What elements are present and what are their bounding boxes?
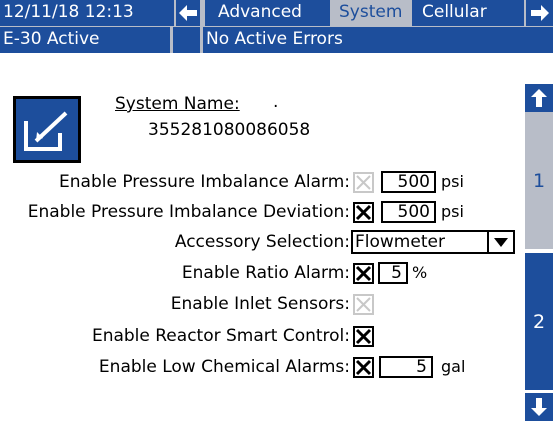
- arrow-left-icon: [179, 5, 197, 21]
- tab-prev-button[interactable]: [176, 0, 200, 26]
- dropdown-caret[interactable]: [487, 232, 513, 252]
- x-mark-icon: [356, 297, 371, 312]
- pressure-deviation-unit: psi: [441, 202, 464, 221]
- x-mark-icon: [355, 328, 372, 345]
- edit-button[interactable]: [13, 96, 81, 163]
- edit-icon: [24, 111, 68, 151]
- accessory-value: Flowmeter: [355, 232, 445, 252]
- pressure-alarm-label: Enable Pressure Imbalance Alarm:: [59, 172, 350, 192]
- page-1-button[interactable]: 1: [525, 112, 553, 249]
- system-name-dot: .: [273, 92, 279, 112]
- scroll-down-button[interactable]: [525, 393, 553, 421]
- ratio-alarm-label: Enable Ratio Alarm:: [181, 263, 350, 283]
- inlet-sensors-label: Enable Inlet Sensors:: [170, 294, 350, 314]
- pressure-alarm-unit: psi: [441, 172, 464, 191]
- x-mark-icon: [355, 359, 372, 376]
- pressure-alarm-value[interactable]: 500: [381, 171, 436, 193]
- status-text: E-30 Active: [0, 27, 170, 53]
- arrow-right-icon: [530, 5, 549, 21]
- ratio-alarm-unit: %: [412, 263, 428, 282]
- low-chemical-label: Enable Low Chemical Alarms:: [98, 357, 350, 377]
- status-indicator: [173, 27, 200, 53]
- pressure-alarm-checkbox[interactable]: [353, 172, 374, 193]
- pressure-deviation-label: Enable Pressure Imbalance Deviation:: [27, 202, 350, 222]
- tab-system[interactable]: System: [333, 0, 409, 26]
- low-chemical-value[interactable]: 5: [379, 356, 433, 378]
- tab-cellular[interactable]: Cellular: [412, 0, 524, 26]
- errors-text: No Active Errors: [203, 27, 553, 53]
- pressure-deviation-checkbox[interactable]: [353, 202, 374, 223]
- scroll-up-button[interactable]: [525, 84, 553, 112]
- triangle-down-icon: [494, 237, 508, 247]
- low-chemical-unit: gal: [441, 357, 466, 376]
- tab-next-button[interactable]: [526, 0, 553, 26]
- tab-advanced[interactable]: Advanced: [205, 0, 330, 26]
- smart-control-label: Enable Reactor Smart Control:: [91, 326, 350, 346]
- accessory-label: Accessory Selection:: [174, 232, 350, 252]
- page-2-button[interactable]: 2: [525, 253, 553, 390]
- page-sidebar: 1 2: [525, 84, 553, 421]
- ratio-alarm-value[interactable]: 5: [378, 262, 408, 284]
- datetime: 12/11/18 12:13: [0, 0, 174, 26]
- arrow-down-icon: [531, 398, 547, 416]
- inlet-sensors-checkbox[interactable]: [353, 294, 374, 315]
- pressure-deviation-value[interactable]: 500: [381, 201, 436, 223]
- low-chemical-checkbox[interactable]: [353, 357, 374, 378]
- x-mark-icon: [355, 204, 372, 221]
- x-mark-icon: [356, 175, 371, 190]
- x-mark-icon: [355, 265, 372, 282]
- ratio-alarm-checkbox[interactable]: [353, 263, 374, 284]
- arrow-up-icon: [531, 89, 547, 107]
- accessory-select[interactable]: Flowmeter: [351, 230, 515, 254]
- system-name-label: System Name:: [115, 94, 240, 114]
- system-name-value: 355281080086058: [148, 120, 311, 140]
- smart-control-checkbox[interactable]: [353, 326, 374, 347]
